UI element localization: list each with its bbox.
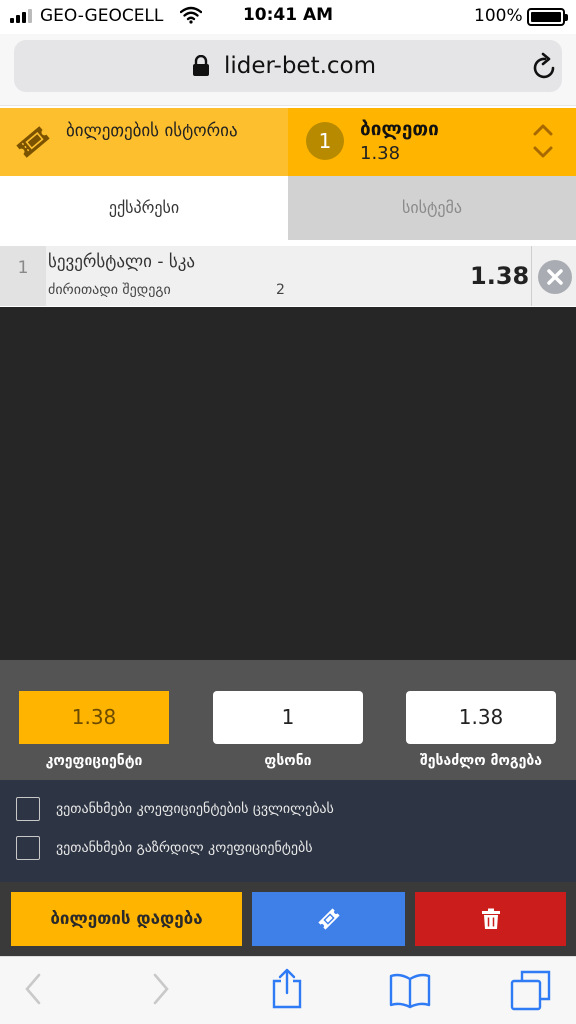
bet-index: 1 [0,246,46,306]
trash-icon [481,908,500,929]
place-bet-button[interactable]: ბილეთის დადება [11,892,242,946]
ticket-icon [14,124,52,164]
bet-odds: 1.38 [470,262,530,290]
agree-increased-odds-row[interactable]: ვეთანხმები გაზრდილ კოეფიციენტებს [16,836,313,860]
stake-panel: 1.38 კოეფიციენტი 1 ფსონი 1.38 შესაძლო მო… [0,660,576,780]
agreement-section: ვეთანხმები კოეფიციენტების ცვლილებას ვეთა… [0,780,576,882]
divider [531,246,532,306]
stake-label: ფსონი [264,753,312,769]
ticket-toggle[interactable]: 1 ბილეთი 1.38 [288,108,576,176]
reload-icon[interactable] [532,52,558,84]
back-icon[interactable] [22,971,44,1011]
total-odds-label: კოეფიციენტი [45,753,143,769]
status-bar: GEO-GEOCELL 10:41 AM 100% [0,0,576,34]
browser-address-area: lider-bet.com [0,34,576,106]
possible-win-label: შესაძლო მოგება [420,753,542,769]
url-text: lider-bet.com [224,53,377,79]
agree-odds-change-label: ვეთანხმები კოეფიციენტების ცვლილებას [56,801,334,817]
total-odds-value: 1.38 [19,691,169,744]
close-icon [547,269,563,285]
ticket-history-button[interactable]: ბილეთების ისტორია [0,108,288,176]
possible-win-value: 1.38 [406,691,556,744]
bet-list-empty-area [0,307,576,660]
tabs-icon[interactable] [510,969,552,1015]
bet-outcome: 2 [276,282,285,298]
bet-match: სევერსტალი - სკა [48,252,196,272]
lock-icon [192,54,210,81]
bet-row: 1 სევერსტალი - სკა ძირითადი შედეგი 2 1.3… [0,246,576,306]
battery-icon [527,8,568,26]
ticket-title: ბილეთი [360,118,439,140]
stake-input[interactable]: 1 [213,691,363,744]
save-ticket-button[interactable] [252,892,405,946]
share-icon[interactable] [270,967,304,1013]
tab-express[interactable]: ექსპრესი [0,176,288,240]
tab-system[interactable]: სისტემა [288,176,576,240]
ticket-icon [317,908,340,930]
expand-collapse-icon[interactable] [532,122,554,164]
bet-market: ძირითადი შედეგი [48,282,171,298]
browser-toolbar [0,956,576,1024]
ticket-count-badge: 1 [306,122,344,160]
clear-ticket-button[interactable] [415,892,566,946]
ticket-history-label: ბილეთების ისტორია [66,121,238,141]
agree-odds-change-row[interactable]: ვეთანხმები კოეფიციენტების ცვლილებას [16,797,334,821]
agree-increased-odds-label: ვეთანხმები გაზრდილ კოეფიციენტებს [56,840,313,856]
agree-odds-change-checkbox[interactable] [16,797,40,821]
battery-percent: 100% [474,6,523,26]
action-bar: ბილეთის დადება [0,882,576,956]
forward-icon[interactable] [150,971,172,1011]
bookmarks-icon[interactable] [388,971,432,1013]
address-bar[interactable]: lider-bet.com [14,40,562,92]
remove-bet-button[interactable] [538,260,572,294]
ticket-total-odds: 1.38 [360,143,401,164]
agree-increased-odds-checkbox[interactable] [16,836,40,860]
